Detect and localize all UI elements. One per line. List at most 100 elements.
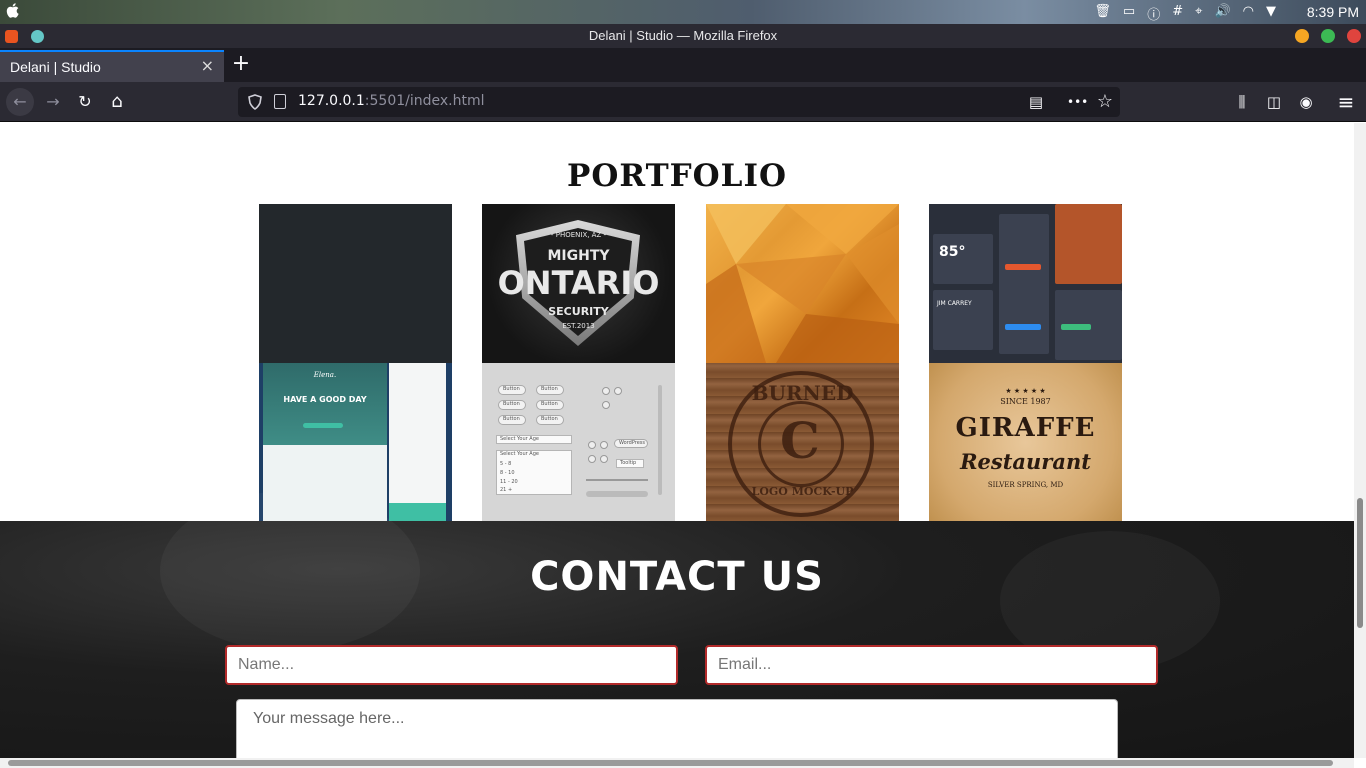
forward-button[interactable]: → (39, 88, 67, 116)
website-sidebar (389, 363, 446, 522)
widget-button-label: Button (541, 401, 558, 407)
portfolio-tile-widgets[interactable]: Button Button Button Button Button Butto… (482, 363, 675, 522)
new-tab-button[interactable]: + (230, 52, 252, 76)
portfolio-tile-orange-polygons[interactable] (706, 204, 899, 363)
page-actions-icon[interactable]: ••• (1067, 92, 1088, 112)
widget-button-label: Button (541, 386, 558, 392)
url-bar[interactable]: 127.0.0.1:5501/index.html ▤ ••• ☆ (238, 87, 1120, 117)
ui-bar-blue (1005, 324, 1041, 330)
close-window-button[interactable] (1347, 29, 1361, 43)
ui-bar-green (1061, 324, 1091, 330)
portfolio-tile-dark[interactable] (259, 204, 452, 363)
polygon-pattern (706, 204, 899, 363)
screen-icon[interactable]: ▭ (1123, 4, 1135, 23)
widget-select-label: Select Your Age (500, 436, 539, 442)
giraffe-place: SILVER SPRING, MD (987, 481, 1064, 489)
portfolio-tile-ontario[interactable]: - PHOENIX, AZ - MIGHTY ONTARIO SECURITY … (482, 204, 675, 363)
giraffe-script: Restaurant (960, 449, 1091, 474)
bookmark-star-icon[interactable]: ☆ (1095, 92, 1115, 112)
horizontal-scrollbar[interactable] (0, 758, 1354, 768)
tab-label: Delani | Studio (10, 59, 101, 75)
apple-icon[interactable] (6, 3, 19, 22)
reader-view-icon[interactable]: ▤ (1026, 92, 1046, 112)
ontario-est-text: EST.2013 (562, 322, 595, 330)
widget-select-2: Select Your Age 5 - 8 8 - 10 11 - 20 21 … (496, 450, 572, 495)
ontario-security-text: SECURITY (548, 305, 609, 318)
url-path: :5501/index.html (364, 93, 485, 109)
seal-monogram: C (780, 411, 820, 470)
url-text[interactable]: 127.0.0.1:5501/index.html (298, 93, 485, 109)
sidebar-icon[interactable]: ◫ (1264, 92, 1284, 112)
slack-icon[interactable]: # (1172, 4, 1183, 23)
tab-strip: Delani | Studio × + (0, 48, 1366, 82)
widget-option: 21 + (500, 487, 513, 493)
reload-button[interactable]: ↻ (71, 88, 99, 116)
minimize-button[interactable] (1295, 29, 1309, 43)
url-host: 127.0.0.1 (298, 93, 365, 109)
vertical-scrollbar[interactable] (1354, 123, 1366, 758)
portfolio-tile-burned-logo[interactable]: C BURNED LOGO MOCK-UP (706, 363, 899, 522)
widget-tooltip-label: Tooltip (620, 460, 637, 466)
widget-tag: WordPress (614, 439, 648, 448)
home-button[interactable]: ⌂ (103, 88, 131, 116)
widget-radio (600, 455, 608, 463)
website-headline: HAVE A GOOD DAY (283, 395, 367, 404)
giraffe-name: GIRAFFE (955, 413, 1096, 443)
volume-icon[interactable]: 🔊 (1214, 4, 1230, 23)
website-footer-strip (389, 503, 446, 522)
close-tab-icon[interactable]: × (201, 56, 214, 75)
ontario-top-text: - PHOENIX, AZ - (550, 231, 607, 239)
widget-button-2: Button (536, 385, 564, 395)
back-button[interactable]: ← (6, 88, 34, 116)
widget-select-label: Select Your Age (500, 451, 539, 457)
ui-bar-orange (1005, 264, 1041, 270)
widget-tooltip: Tooltip (616, 459, 644, 468)
menu-icon[interactable]: ≡ (1336, 92, 1356, 112)
tab-delani-studio[interactable]: Delani | Studio × (0, 50, 224, 82)
window-titlebar: Delani | Studio — Mozilla Firefox (0, 24, 1366, 48)
vertical-scroll-thumb[interactable] (1357, 498, 1363, 628)
widget-tag-label: WordPress (619, 440, 646, 446)
giraffe-stars: ★ ★ ★ ★ ★ (1005, 387, 1046, 395)
ontario-name-text: ONTARIO (497, 264, 660, 302)
contact-section: CONTACT US Name... Email... Your message… (0, 491, 1354, 758)
trash-icon[interactable]: 🗑 (1094, 4, 1111, 23)
tracking-shield-icon[interactable] (248, 94, 262, 110)
wifi-icon[interactable]: ◠ (1243, 4, 1254, 23)
widget-radio (588, 441, 596, 449)
library-icon[interactable]: ⫼ (1232, 92, 1252, 112)
burned-top-text: BURNED (751, 381, 854, 405)
maximize-button[interactable] (1321, 29, 1335, 43)
widget-radio (588, 455, 596, 463)
message-textarea[interactable]: Your message here... (236, 699, 1118, 758)
clock[interactable]: 8:39 PM (1307, 4, 1359, 20)
widget-button-label: Button (541, 416, 558, 422)
portfolio-heading: PORTFOLIO (567, 158, 787, 194)
window-title: Delani | Studio — Mozilla Firefox (588, 28, 778, 43)
ui-panel-profile (933, 290, 993, 350)
widget-radio (602, 401, 610, 409)
name-input[interactable]: Name... (225, 645, 678, 685)
email-input[interactable]: Email... (705, 645, 1158, 685)
dropdown-icon[interactable]: ▼ (1266, 4, 1276, 23)
location-icon[interactable]: ⌖ (1195, 4, 1202, 23)
ui-temp-text: 85° (939, 244, 966, 260)
horizontal-scroll-thumb[interactable] (8, 760, 1333, 766)
widget-option: 5 - 8 (500, 461, 512, 467)
widget-radio (614, 387, 622, 395)
page-viewport: PORTFOLIO - PHOENIX, AZ - MIGHTY ONTARIO… (0, 123, 1354, 758)
widget-option: 8 - 10 (500, 470, 515, 476)
page-info-icon[interactable] (274, 94, 286, 109)
burned-bottom-text: LOGO MOCK-UP (751, 485, 854, 498)
account-icon[interactable]: ◉ (1296, 92, 1316, 112)
ui-panel-photo (1055, 204, 1122, 284)
portfolio-tile-ui-kit[interactable]: 85° JIM CARREY (929, 204, 1122, 363)
system-tray: 🗑 ▭ ⓘ # ⌖ 🔊 ◠ ▼ (1094, 4, 1276, 23)
widget-select-1: Select Your Age (496, 435, 572, 444)
widget-slider (586, 479, 648, 481)
widget-button-3: Button (498, 400, 526, 410)
info-icon[interactable]: ⓘ (1147, 4, 1160, 23)
portfolio-tile-giraffe[interactable]: ★ ★ ★ ★ ★ SINCE 1987 GIRAFFE Restaurant … (929, 363, 1122, 522)
navigation-toolbar: ← → ↻ ⌂ 127.0.0.1:5501/index.html ▤ ••• … (0, 82, 1366, 122)
widget-option: 11 - 20 (500, 479, 518, 485)
